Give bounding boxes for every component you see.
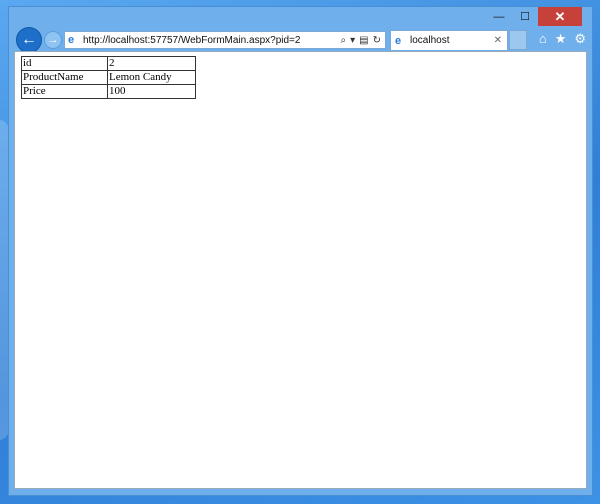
close-tab-icon[interactable]: ✕ xyxy=(494,35,507,46)
browser-window: — ☐ ✕ ← → e http://localhost:57757/WebFo… xyxy=(8,6,593,496)
compatibility-view-icon[interactable]: ▤ xyxy=(359,35,368,46)
window-controls: — ☐ ✕ xyxy=(486,7,582,26)
new-tab-button[interactable] xyxy=(509,30,527,50)
refresh-icon[interactable]: ↻ xyxy=(373,35,381,46)
search-icon[interactable]: ⌕ xyxy=(341,35,347,46)
ie-page-icon: e xyxy=(68,34,75,46)
navigation-bar: ← → e http://localhost:57757/WebFormMain… xyxy=(9,27,592,53)
field-name-cell: id xyxy=(21,56,108,71)
maximize-button[interactable]: ☐ xyxy=(512,7,538,26)
table-row: Price 100 xyxy=(21,84,196,99)
back-button[interactable]: ← xyxy=(16,27,42,53)
gear-icon[interactable]: ⚙ xyxy=(574,31,586,47)
field-value-cell: Lemon Candy xyxy=(107,70,196,85)
product-details-table: id 2 ProductName Lemon Candy Price 100 xyxy=(21,56,196,99)
forward-arrow-icon: → xyxy=(47,34,59,46)
address-bar-icons: ⌕ ▾ ▤ ↻ xyxy=(341,35,385,46)
chevron-down-icon[interactable]: ▾ xyxy=(350,35,355,46)
forward-button[interactable]: → xyxy=(44,31,62,49)
back-arrow-icon: ← xyxy=(21,31,37,48)
address-url[interactable]: http://localhost:57757/WebFormMain.aspx?… xyxy=(83,35,341,46)
star-icon[interactable]: ★ xyxy=(555,31,567,47)
address-bar[interactable]: e http://localhost:57757/WebFormMain.asp… xyxy=(64,31,386,49)
field-value-cell: 100 xyxy=(107,84,196,99)
field-name-cell: Price xyxy=(21,84,108,99)
close-window-button[interactable]: ✕ xyxy=(538,7,582,26)
toolbar-icons: ⌂ ★ ⚙ xyxy=(539,31,586,47)
minimize-button[interactable]: — xyxy=(486,7,512,26)
tab-localhost[interactable]: e localhost ✕ xyxy=(390,30,508,50)
field-name-cell: ProductName xyxy=(21,70,108,85)
home-icon[interactable]: ⌂ xyxy=(539,31,547,47)
table-row: ProductName Lemon Candy xyxy=(21,70,196,85)
page-content: id 2 ProductName Lemon Candy Price 100 xyxy=(14,51,587,489)
tab-title: localhost xyxy=(410,35,450,46)
ie-tab-icon: e xyxy=(395,34,402,47)
field-value-cell: 2 xyxy=(107,56,196,71)
table-row: id 2 xyxy=(21,56,196,71)
